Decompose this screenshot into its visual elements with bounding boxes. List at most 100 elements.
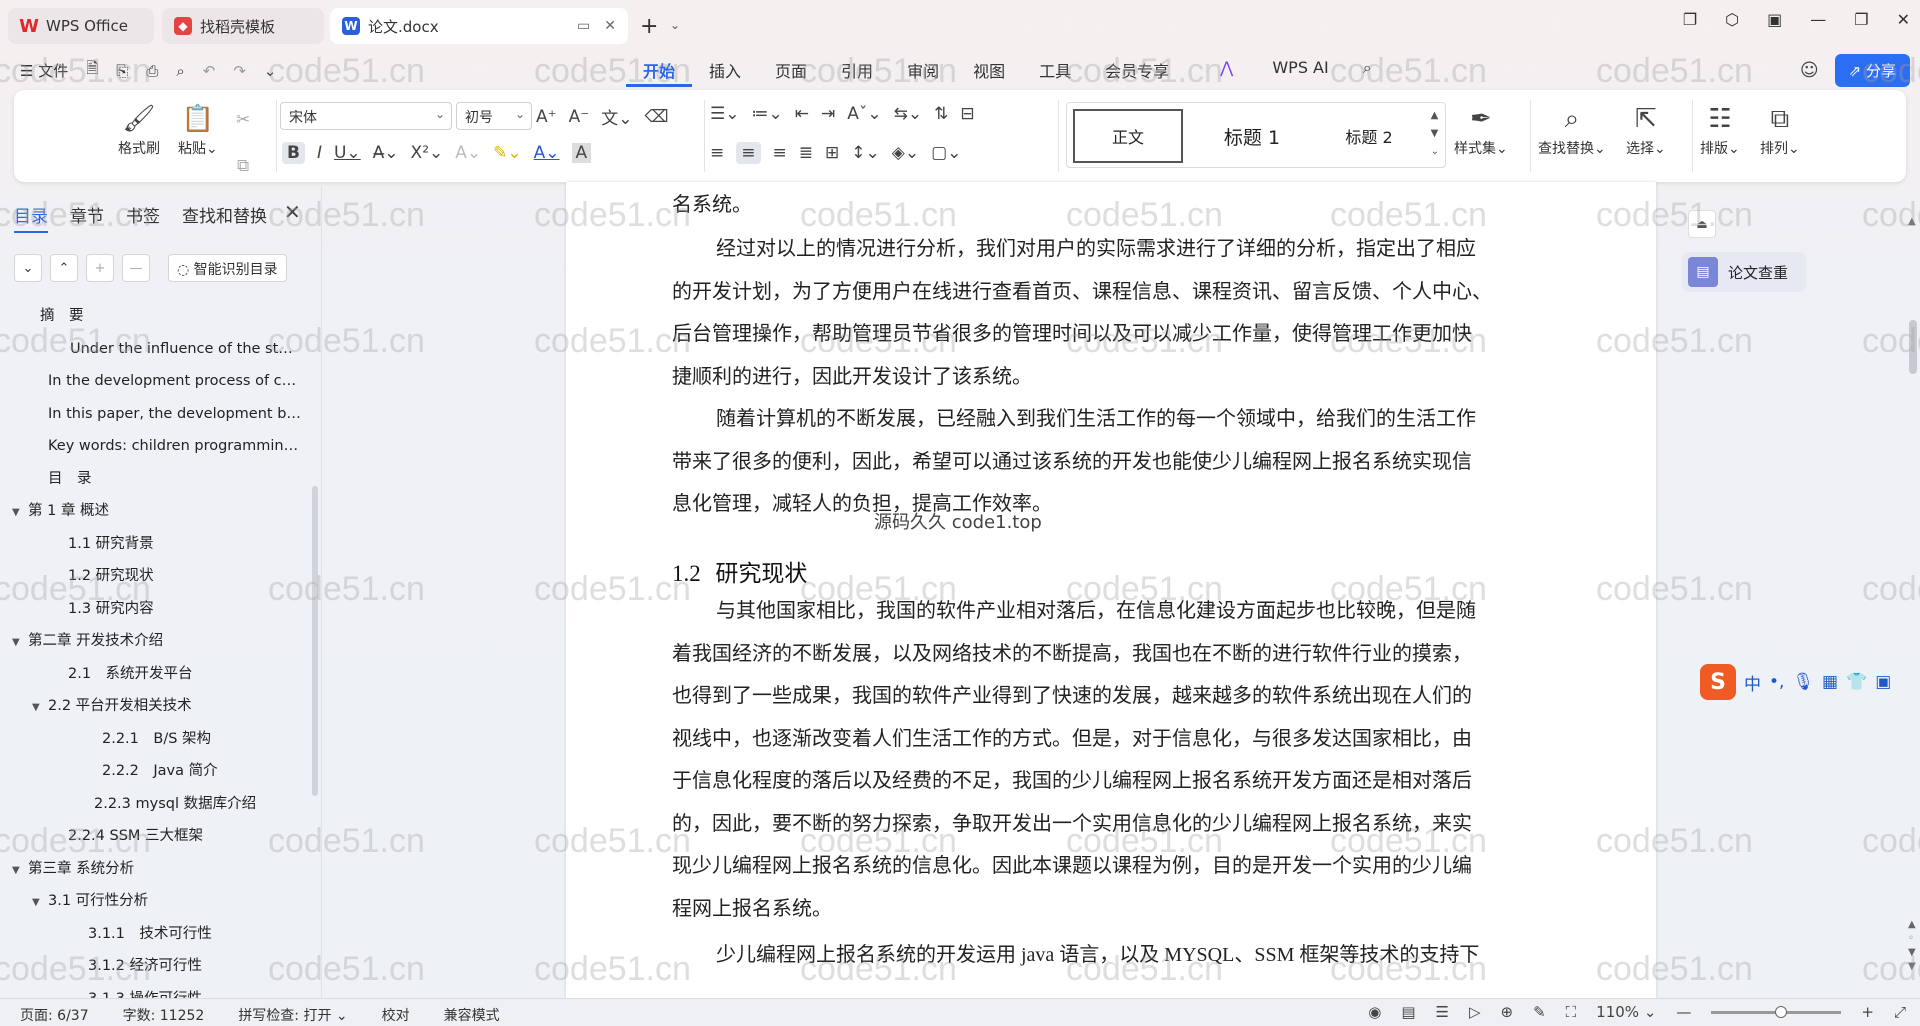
tab-template[interactable]: ◆ 找稻壳模板 xyxy=(162,8,324,44)
layout-button[interactable]: ☷ 排版⌄ xyxy=(1700,100,1740,158)
sort-icon[interactable]: ⇅ xyxy=(934,104,948,124)
line-spacing-icon[interactable]: ↕⌄ xyxy=(851,143,880,163)
decrease-indent-icon[interactable]: ⇤ xyxy=(795,104,809,124)
strikethrough-button[interactable]: A̶⌄ xyxy=(373,143,399,163)
text-direction-icon[interactable]: Aˇ⌄ xyxy=(847,104,881,124)
print-preview-icon[interactable]: ⌕ xyxy=(176,62,184,80)
zoom-knob[interactable] xyxy=(1775,1005,1788,1018)
expand-triangle-icon[interactable]: ▼ xyxy=(12,497,28,528)
menu-tab-tools[interactable]: 工具 xyxy=(1022,58,1088,87)
smart-toc-button[interactable]: ◌ 智能识别目录 xyxy=(168,254,287,282)
highlight-button[interactable]: ✎⌄ xyxy=(493,143,522,163)
toc-item[interactable]: ▼ 2.2 平台开发相关技术 xyxy=(0,690,310,723)
copy-icon[interactable]: ⧉ xyxy=(237,156,249,176)
distributed-icon[interactable]: ⊞ xyxy=(825,143,839,163)
toc-item[interactable]: 2.2.3 mysql 数据库介绍 xyxy=(0,788,310,821)
toc-item[interactable]: 1.2 研究现状 xyxy=(0,560,310,593)
close-window-button[interactable]: ✕ xyxy=(1897,10,1910,29)
underline-button[interactable]: U⌄ xyxy=(334,143,361,163)
toc-item[interactable]: 2.2.4 SSM 三大框架 xyxy=(0,820,310,853)
page-view-icon[interactable]: ▤ xyxy=(1401,1003,1415,1021)
align-right-icon[interactable]: ≡ xyxy=(773,143,787,163)
nav-tab-toc[interactable]: 目录 xyxy=(14,202,48,233)
menu-tab-insert[interactable]: 插入 xyxy=(692,58,758,87)
select-button[interactable]: ⇱ 选择⌄ xyxy=(1626,100,1666,158)
nav-tab-chapters[interactable]: 章节 xyxy=(70,202,104,233)
scroll-nav-icons[interactable]: ▲ ◦ ▼ ▼ xyxy=(1908,918,1916,974)
ime-chinese-mode[interactable]: 中 xyxy=(1744,670,1761,695)
justify-icon[interactable]: ≣ xyxy=(799,143,813,163)
bullet-list-icon[interactable]: ☰⌄ xyxy=(710,104,739,124)
toc-item[interactable]: In this paper, the development b… xyxy=(0,398,310,431)
menu-tab-page[interactable]: 页面 xyxy=(758,58,824,87)
keyboard-icon[interactable]: ▦ xyxy=(1822,672,1838,692)
menu-tab-member[interactable]: 会员专享 xyxy=(1088,58,1186,87)
expand-triangle-icon[interactable]: ▼ xyxy=(32,692,48,723)
file-menu[interactable]: ☰ 文件 xyxy=(20,60,68,81)
font-size-select[interactable]: 初号 ⌄ xyxy=(456,102,532,130)
scroll-thumb[interactable] xyxy=(1909,320,1917,374)
quick-access-chevron-icon[interactable]: ⌄ xyxy=(264,62,277,80)
fullscreen-icon[interactable]: ⤢ xyxy=(1894,1003,1906,1021)
toc-item[interactable]: 3.1.2 经济可行性 xyxy=(0,950,310,983)
sogou-logo-icon[interactable]: S xyxy=(1700,664,1736,700)
ime-punctuation-icon[interactable]: •, xyxy=(1769,672,1784,692)
paper-check-button[interactable]: ▤ 论文查重 xyxy=(1682,252,1806,292)
style-set-button[interactable]: ✒ 样式集⌄ xyxy=(1454,100,1508,158)
save-icon[interactable]: 🗎 xyxy=(86,58,98,83)
microphone-icon[interactable]: 🎙 xyxy=(1792,672,1814,692)
outline-view-icon[interactable]: ☰ xyxy=(1436,1003,1449,1021)
share-button[interactable]: ⇗ 分享 xyxy=(1834,54,1910,87)
wps-ai-button[interactable]: ⋀ WPS AI xyxy=(1186,58,1363,87)
word-count[interactable]: 字数: 11252 xyxy=(123,1005,205,1025)
font-color-button[interactable]: A⌄ xyxy=(534,143,560,163)
page-indicator[interactable]: 页面: 6/37 xyxy=(20,1005,89,1025)
expand-icon[interactable]: ⌄ xyxy=(14,254,42,282)
proofread-button[interactable]: 校对 xyxy=(382,1005,410,1025)
menu-tab-reference[interactable]: 引用 xyxy=(824,58,890,87)
zoom-slider[interactable] xyxy=(1711,1005,1842,1018)
expand-triangle-icon[interactable]: ▼ xyxy=(12,627,28,658)
cube-icon[interactable]: ⬡ xyxy=(1725,10,1739,29)
tab-wps-office[interactable]: W WPS Office xyxy=(8,8,154,44)
toc-item[interactable]: Key words: children programmin… xyxy=(0,430,310,463)
convert-icon[interactable]: ⇆⌄ xyxy=(894,104,923,124)
tab-overview-icon[interactable]: ❐ xyxy=(1683,10,1697,29)
window-mode-icon[interactable]: ▭ xyxy=(577,18,590,34)
pen-icon[interactable]: ✎ xyxy=(1533,1003,1546,1021)
redo-icon[interactable]: ↷ xyxy=(233,62,246,80)
toc-item[interactable]: 1.1 研究背景 xyxy=(0,528,310,561)
font-name-select[interactable]: 宋体 ⌄ xyxy=(280,102,452,130)
align-left-icon[interactable]: ≡ xyxy=(710,143,724,163)
toc-item[interactable]: 2.2.2 Java 简介 xyxy=(0,755,310,788)
expand-triangle-icon[interactable]: ▼ xyxy=(32,887,48,918)
zoom-out-icon[interactable]: — xyxy=(1676,1003,1691,1021)
output-icon[interactable]: ⎘ xyxy=(116,62,128,80)
toc-item[interactable]: 2.1 系统开发平台 xyxy=(0,658,310,691)
align-center-icon[interactable]: ≡ xyxy=(736,142,761,164)
clear-format-icon[interactable]: ⌫ xyxy=(644,107,668,127)
expand-triangle-icon[interactable]: ▼ xyxy=(12,855,28,886)
border-icon[interactable]: ▢⌄ xyxy=(931,143,961,163)
skin-icon[interactable]: 👕 xyxy=(1846,672,1867,692)
nav-tab-bookmarks[interactable]: 书签 xyxy=(126,202,160,233)
tab-document[interactable]: W 论文.docx ▭ ✕ xyxy=(330,8,628,44)
close-icon[interactable]: ✕ xyxy=(284,200,301,224)
undo-icon[interactable]: ↶ xyxy=(203,62,216,80)
remove-heading-icon[interactable]: — xyxy=(122,254,150,282)
new-tab-button[interactable]: + xyxy=(640,14,658,39)
toc-item[interactable]: ▼ 3.1 可行性分析 xyxy=(0,885,310,918)
print-icon[interactable]: ⎙ xyxy=(146,62,158,80)
fit-page-icon[interactable]: ⛶ xyxy=(1566,1003,1577,1021)
shrink-font-icon[interactable]: A⁻ xyxy=(569,107,590,127)
chat-icon[interactable]: ☺ xyxy=(1800,60,1819,81)
bold-button[interactable]: B xyxy=(282,142,305,164)
char-shading-button[interactable]: A xyxy=(571,143,592,163)
toc-item[interactable]: ▼ 第二章 开发技术介绍 xyxy=(0,625,310,658)
numbered-list-icon[interactable]: ≔⌄ xyxy=(751,104,782,124)
zoom-select[interactable]: 110% ⌄ xyxy=(1596,1003,1656,1021)
tab-list-chevron-icon[interactable]: ⌄ xyxy=(670,18,680,32)
arrange-button[interactable]: ⧉ 排列⌄ xyxy=(1760,100,1800,158)
toc-item[interactable]: 1.3 研究内容 xyxy=(0,593,310,626)
nav-tab-find-replace[interactable]: 查找和替换 xyxy=(182,202,267,233)
